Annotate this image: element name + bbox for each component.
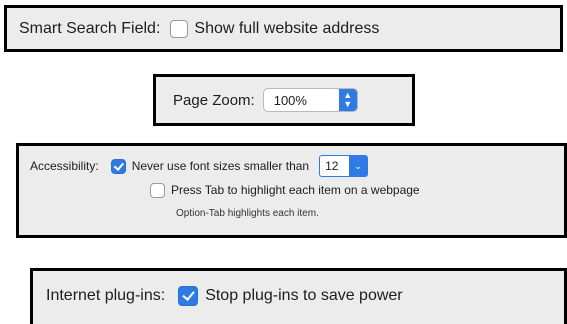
page-zoom-select[interactable]: 100% ▲ ▼ xyxy=(262,88,358,112)
stop-plugins-label[interactable]: Stop plug-ins to save power xyxy=(205,287,402,305)
option-tab-hint-row: Option-Tab highlights each item. xyxy=(176,204,319,222)
press-tab-label[interactable]: Press Tab to highlight each item on a we… xyxy=(171,183,420,197)
page-zoom-value: 100% xyxy=(273,92,307,108)
min-font-size-checkbox[interactable] xyxy=(110,158,126,174)
min-font-size-value: 12 xyxy=(325,159,339,173)
show-full-address-label[interactable]: Show full website address xyxy=(194,20,379,38)
min-font-size-label[interactable]: Never use font sizes smaller than xyxy=(132,159,309,173)
show-full-address-checkbox[interactable] xyxy=(170,19,189,38)
option-tab-hint: Option-Tab highlights each item. xyxy=(176,207,319,219)
min-font-row: Accessibility: Never use font sizes smal… xyxy=(30,155,369,177)
chevron-down-icon: ⌄ xyxy=(349,156,368,176)
accessibility-label: Accessibility: xyxy=(30,159,99,173)
stop-plugins-checkbox[interactable] xyxy=(178,286,199,306)
page-zoom-row: Page Zoom: 100% ▲ ▼ xyxy=(156,77,412,123)
internet-plugins-panel: Internet plug-ins: Stop plug-ins to save… xyxy=(30,268,567,324)
internet-plugins-label: Internet plug-ins: xyxy=(46,287,166,304)
min-font-size-select[interactable]: 12 ⌄ xyxy=(319,155,369,177)
smart-search-row: Smart Search Field: Show full website ad… xyxy=(7,8,560,49)
press-tab-checkbox[interactable] xyxy=(150,182,165,198)
accessibility-panel: Accessibility: Never use font sizes smal… xyxy=(16,143,567,238)
page-zoom-stepper[interactable]: ▲ ▼ xyxy=(338,89,357,111)
press-tab-row: Press Tab to highlight each item on a we… xyxy=(150,179,420,201)
plugins-row: Internet plug-ins: Stop plug-ins to save… xyxy=(33,271,564,321)
chevron-down-icon: ▼ xyxy=(343,99,353,109)
page-zoom-panel: Page Zoom: 100% ▲ ▼ xyxy=(153,74,415,126)
smart-search-field-panel: Smart Search Field: Show full website ad… xyxy=(4,5,563,52)
page-zoom-label: Page Zoom: xyxy=(173,91,255,109)
smart-search-label: Smart Search Field: xyxy=(19,19,161,37)
